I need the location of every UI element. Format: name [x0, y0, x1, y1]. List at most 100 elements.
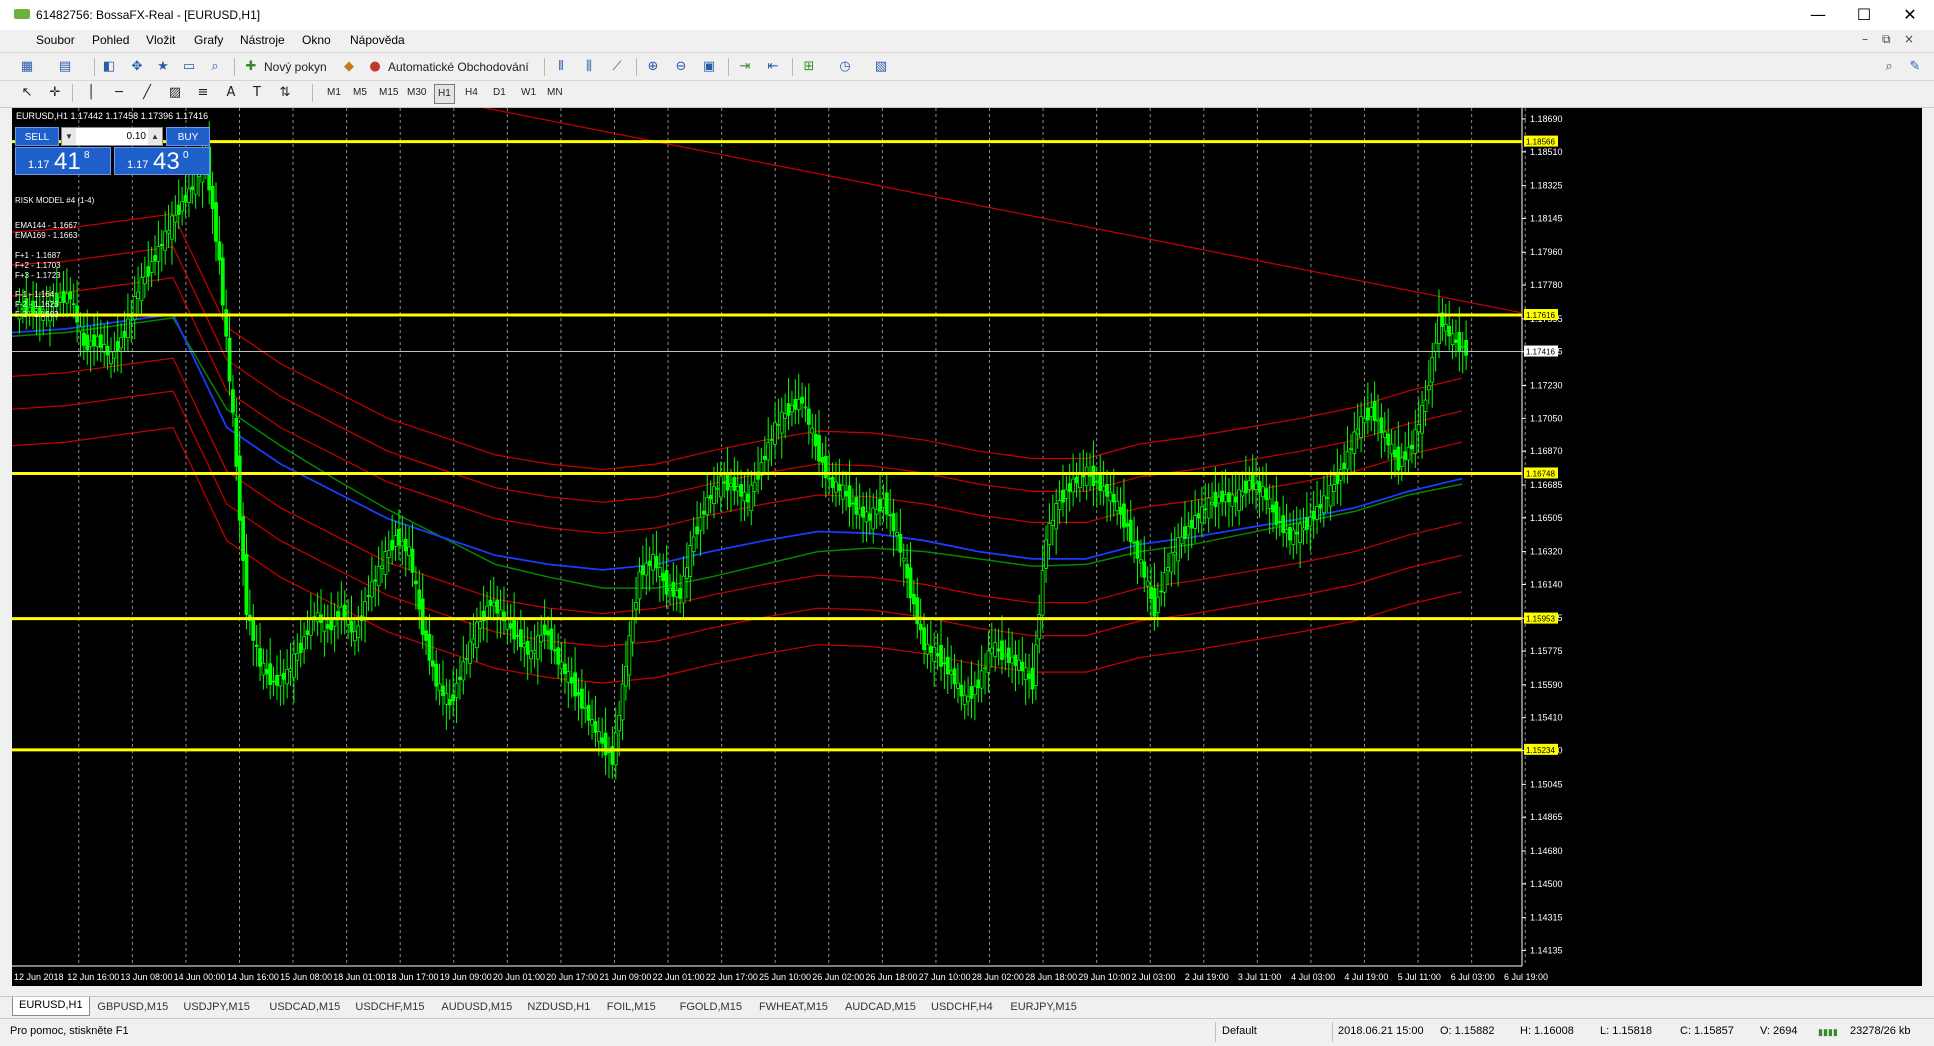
menu-napoveda[interactable]: Nápověda — [350, 33, 405, 47]
autoscroll-icon[interactable]: ⇥ — [736, 58, 754, 76]
auto-trading-icon[interactable]: ● — [366, 58, 384, 76]
timeframe-h1[interactable]: H1 — [434, 84, 455, 104]
candle-body — [1454, 339, 1458, 343]
candle-body — [146, 266, 151, 277]
search-icon[interactable]: ⌕ — [1880, 58, 1898, 76]
timeframe-m15[interactable]: M15 — [376, 84, 401, 102]
chart-tab[interactable]: GBPUSD,M15 — [91, 999, 174, 1015]
candle-body — [190, 186, 195, 190]
sell-button[interactable]: SELL — [15, 127, 59, 146]
zoom-out-icon[interactable]: ⊖ — [672, 58, 690, 76]
candle-body — [366, 595, 371, 597]
timeframe-w1[interactable]: W1 — [518, 84, 539, 102]
shapes-icon[interactable]: ⇅ — [276, 84, 294, 102]
line-chart-icon[interactable]: ⟋ — [608, 58, 626, 76]
mdi-close-icon[interactable]: × — [1904, 32, 1914, 46]
mdi-restore-icon[interactable]: ⧉ — [1882, 32, 1891, 47]
lot-up-icon[interactable]: ▲ — [148, 128, 162, 145]
auto-trading-button[interactable]: Automatické Obchodování — [388, 57, 529, 77]
y-tick-label: 1.17050 — [1530, 413, 1563, 423]
timeframe-h4[interactable]: H4 — [462, 84, 481, 102]
menu-nastroje[interactable]: Nástroje — [240, 33, 285, 47]
chart-canvas[interactable]: 1.18690 1.18510 1.18325 1.18145 1.17960 1.177… — [12, 108, 1922, 986]
x-tick-label: 22 Jun 01:00 — [653, 972, 705, 982]
chart-tab[interactable]: USDCAD,M15 — [263, 999, 346, 1015]
buy-price[interactable]: 1.17 43 0 — [114, 147, 210, 175]
menu-okno[interactable]: Okno — [302, 33, 331, 47]
candle-body — [844, 490, 849, 497]
status-bar: Pro pomoc, stiskněte F1 Default 2018.06.… — [0, 1018, 1934, 1046]
tester-icon[interactable]: ⌕ — [206, 58, 224, 76]
community-icon[interactable]: ✎ — [1906, 58, 1924, 76]
fibonacci-icon[interactable]: ≡ — [194, 84, 212, 102]
chart-tab[interactable]: FOIL,M15 — [601, 999, 662, 1015]
close-button[interactable]: ✕ — [1887, 0, 1933, 30]
menu-grafy[interactable]: Grafy — [194, 33, 223, 47]
cursor-icon[interactable]: ↖ — [18, 84, 36, 102]
timeframe-m5[interactable]: M5 — [350, 84, 370, 102]
chart-tab[interactable]: USDCHF,M15 — [349, 999, 430, 1015]
chart-tab[interactable]: EURJPY,M15 — [1004, 999, 1082, 1015]
candle-body — [996, 648, 1001, 652]
candlestick-icon[interactable]: ⫼ — [580, 58, 598, 76]
chart-shift-icon[interactable]: ⇤ — [764, 58, 782, 76]
data-window-icon[interactable]: ✥ — [128, 58, 146, 76]
price-chart[interactable]: 1.18690 1.18510 1.18325 1.18145 1.17960 1.177… — [12, 108, 1922, 986]
menu-soubor[interactable]: Soubor — [36, 33, 75, 47]
candle-body — [251, 618, 256, 641]
timeframe-m30[interactable]: M30 — [404, 84, 429, 102]
minimize-button[interactable]: — — [1795, 0, 1841, 30]
text-label-icon[interactable]: T — [248, 84, 266, 102]
indicators-icon[interactable]: ⊞ — [800, 58, 818, 76]
timeframe-d1[interactable]: D1 — [490, 84, 509, 102]
menu-vlozit[interactable]: Vložit — [146, 33, 175, 47]
zoom-in-icon[interactable]: ⊕ — [644, 58, 662, 76]
chart-tab[interactable]: EURUSD,H1 — [12, 997, 90, 1016]
chart-tab[interactable]: FWHEAT,M15 — [753, 999, 834, 1015]
navigator-icon[interactable]: ★ — [154, 58, 172, 76]
timeframe-m1[interactable]: M1 — [324, 84, 344, 102]
candle-body — [620, 683, 625, 721]
candle-body — [1254, 483, 1258, 491]
x-tick-label: 14 Jun 00:00 — [174, 972, 226, 982]
market-watch-icon[interactable]: ◧ — [100, 58, 118, 76]
new-chart-icon[interactable]: ▦ — [18, 58, 36, 76]
channel-icon[interactable]: ▨ — [166, 84, 184, 102]
chart-tab[interactable]: FGOLD,M15 — [674, 999, 748, 1015]
templates-icon[interactable]: ▧ — [872, 58, 890, 76]
candle-body — [292, 653, 296, 678]
bar-chart-icon[interactable]: ⫴ — [552, 58, 570, 76]
chart-tab[interactable]: USDJPY,M15 — [177, 999, 255, 1015]
profiles-icon[interactable]: ▤ — [56, 58, 74, 76]
timeframe-mn[interactable]: MN — [544, 84, 566, 102]
chart-tab[interactable]: AUDCAD,M15 — [839, 999, 922, 1015]
terminal-icon[interactable]: ▭ — [180, 58, 198, 76]
crosshair-icon[interactable]: ✛ — [46, 84, 64, 102]
vertical-line-icon[interactable]: │ — [82, 84, 100, 102]
new-order-icon[interactable]: ✚ — [242, 58, 260, 76]
trendline-icon[interactable]: ╱ — [138, 84, 156, 102]
sell-price[interactable]: 1.17 41 8 — [15, 147, 111, 175]
chart-tab[interactable]: NZDUSD,H1 — [521, 999, 596, 1015]
chart-tab[interactable]: USDCHF,H4 — [925, 999, 999, 1015]
lot-down-icon[interactable]: ▼ — [62, 128, 76, 145]
menu-pohled[interactable]: Pohled — [92, 33, 129, 47]
maximize-button[interactable]: ☐ — [1841, 0, 1887, 30]
text-icon[interactable]: A — [222, 84, 240, 102]
candle-body — [1176, 537, 1181, 562]
lot-size-input[interactable]: ▼ 0.10 ▲ — [61, 127, 163, 146]
vertical-scrollbar[interactable] — [1922, 108, 1934, 996]
candle-body — [800, 396, 804, 404]
metaeditor-icon[interactable]: ◆ — [340, 58, 358, 76]
candle-body — [1020, 661, 1025, 672]
new-order-button[interactable]: Nový pokyn — [264, 57, 327, 77]
chart-tab[interactable]: AUDUSD,M15 — [435, 999, 518, 1015]
candle-body — [1061, 489, 1065, 503]
mdi-minimize-icon[interactable]: – — [1862, 32, 1868, 46]
lot-size-value[interactable]: 0.10 — [78, 128, 146, 145]
horizontal-line-icon[interactable]: ─ — [110, 84, 128, 102]
candle-body — [861, 506, 865, 518]
buy-button[interactable]: BUY — [166, 127, 210, 146]
periods-icon[interactable]: ◷ — [836, 58, 854, 76]
tile-windows-icon[interactable]: ▣ — [700, 58, 718, 76]
